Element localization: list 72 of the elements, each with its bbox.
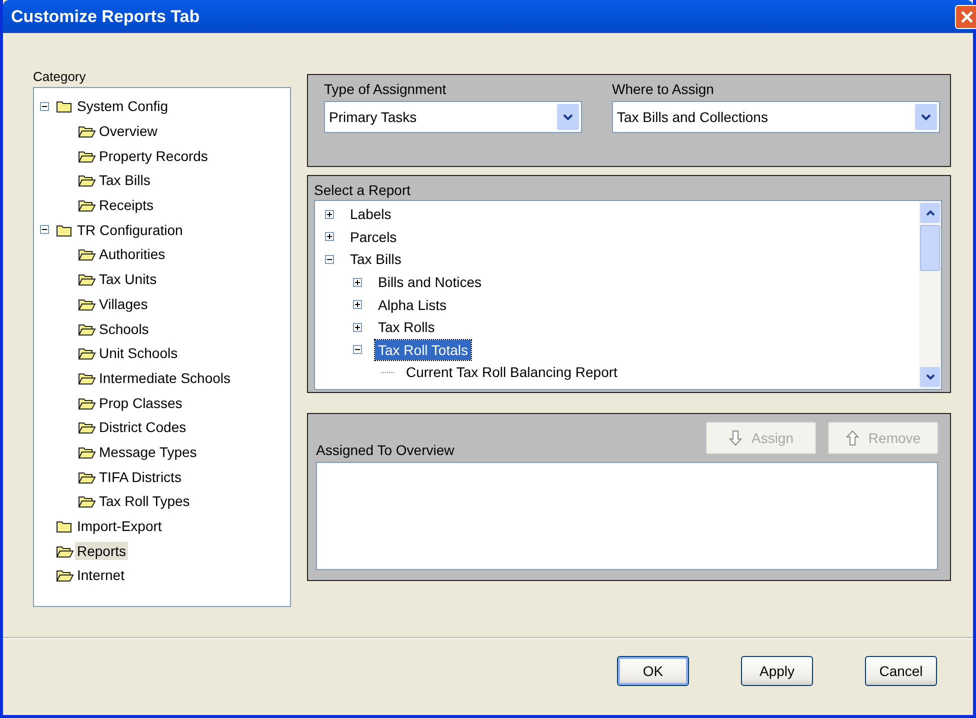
open-folder-icon (78, 272, 96, 286)
arrow-up-icon (845, 430, 860, 446)
tree-item[interactable]: Tax Roll Types (97, 492, 192, 510)
tree-item[interactable]: Import-Export (75, 517, 164, 536)
open-folder-icon (78, 124, 96, 138)
tree-item[interactable]: Current Tax Roll Balancing Report (403, 362, 620, 382)
tree-item[interactable]: Bills and Notices (375, 272, 484, 292)
open-folder-icon (78, 396, 96, 410)
dialog-button[interactable]: Cancel (865, 656, 937, 686)
tree-item[interactable]: Overview (97, 122, 160, 140)
open-folder-icon (78, 444, 96, 459)
close-icon (960, 10, 974, 24)
tree-item[interactable]: District Codes (97, 418, 188, 436)
tree-item[interactable]: Intermediate Schools (97, 368, 233, 387)
tree-item[interactable]: Tax Roll Totals (375, 340, 472, 360)
tree-item[interactable]: Authorities (97, 245, 168, 264)
tree-item[interactable]: TR Configuration (75, 220, 185, 239)
caret-down-icon (563, 114, 573, 120)
report-label: Select a Report (314, 182, 412, 200)
open-folder-icon (78, 322, 96, 336)
dialog-button[interactable]: OK (617, 656, 689, 686)
folder-icon (56, 222, 74, 237)
tree-item[interactable]: Message Types (97, 442, 199, 461)
tree-item[interactable]: Property Records (97, 146, 210, 165)
tree-item[interactable]: TIFA Districts (97, 468, 184, 486)
tree-item[interactable]: Internet (75, 566, 126, 584)
tree-item[interactable]: Villages (97, 294, 150, 313)
dropdown-field[interactable]: Tax Bills and Collections (612, 101, 940, 133)
open-folder-icon (78, 470, 96, 484)
close-button[interactable] (955, 4, 976, 28)
category-label: Category (33, 69, 87, 86)
window-title: Customize Reports Tab (11, 6, 200, 26)
folder-icon (56, 519, 74, 534)
tree-item[interactable]: Reports (75, 542, 128, 560)
scroll-down-button[interactable] (920, 367, 940, 387)
open-folder-icon (78, 346, 96, 360)
scrollbar[interactable] (919, 201, 941, 389)
caret-down-icon (921, 114, 931, 120)
tree-item[interactable]: Parcels (347, 226, 400, 247)
open-folder-icon (78, 247, 96, 262)
tree-item[interactable]: Tax Rolls (375, 317, 438, 338)
folder-icon (56, 99, 74, 114)
tree-item[interactable]: Receipts (97, 196, 156, 214)
tree-item[interactable]: Alpha Lists (375, 294, 450, 315)
tree-item[interactable]: Tax Bills (97, 171, 152, 190)
open-folder-icon (78, 148, 96, 163)
tree-item[interactable]: Unit Schools (97, 344, 180, 362)
tree-item[interactable]: Schools (97, 320, 151, 338)
caret-up-icon (926, 210, 934, 216)
tree-item[interactable]: Tax Units (97, 270, 159, 288)
open-folder-icon (78, 494, 96, 508)
open-folder-icon (78, 296, 96, 311)
field-label: Type of Assignment (324, 81, 448, 99)
arrow-down-icon (728, 430, 744, 446)
open-folder-icon (78, 370, 96, 385)
assigned-label: Assigned To Overview (316, 442, 454, 460)
tree-item[interactable]: Prop Classes (97, 394, 184, 412)
open-folder-icon (78, 173, 96, 188)
tree-item[interactable]: Labels (347, 204, 394, 224)
scroll-thumb[interactable] (920, 225, 940, 271)
open-folder-icon (56, 568, 74, 582)
tree-item[interactable]: Tax Bills (347, 249, 404, 270)
dialog-button[interactable]: Apply (741, 656, 813, 686)
dropdown-field[interactable]: Primary Tasks (324, 101, 582, 133)
open-folder-icon (78, 420, 96, 434)
caret-down-icon (926, 374, 934, 380)
field-label: Where to Assign (612, 81, 715, 99)
open-folder-icon (78, 198, 96, 212)
assigned-list[interactable] (316, 462, 938, 570)
scroll-up-button[interactable] (920, 203, 940, 223)
tree-item[interactable]: System Config (75, 97, 170, 116)
open-folder-icon (56, 544, 74, 558)
